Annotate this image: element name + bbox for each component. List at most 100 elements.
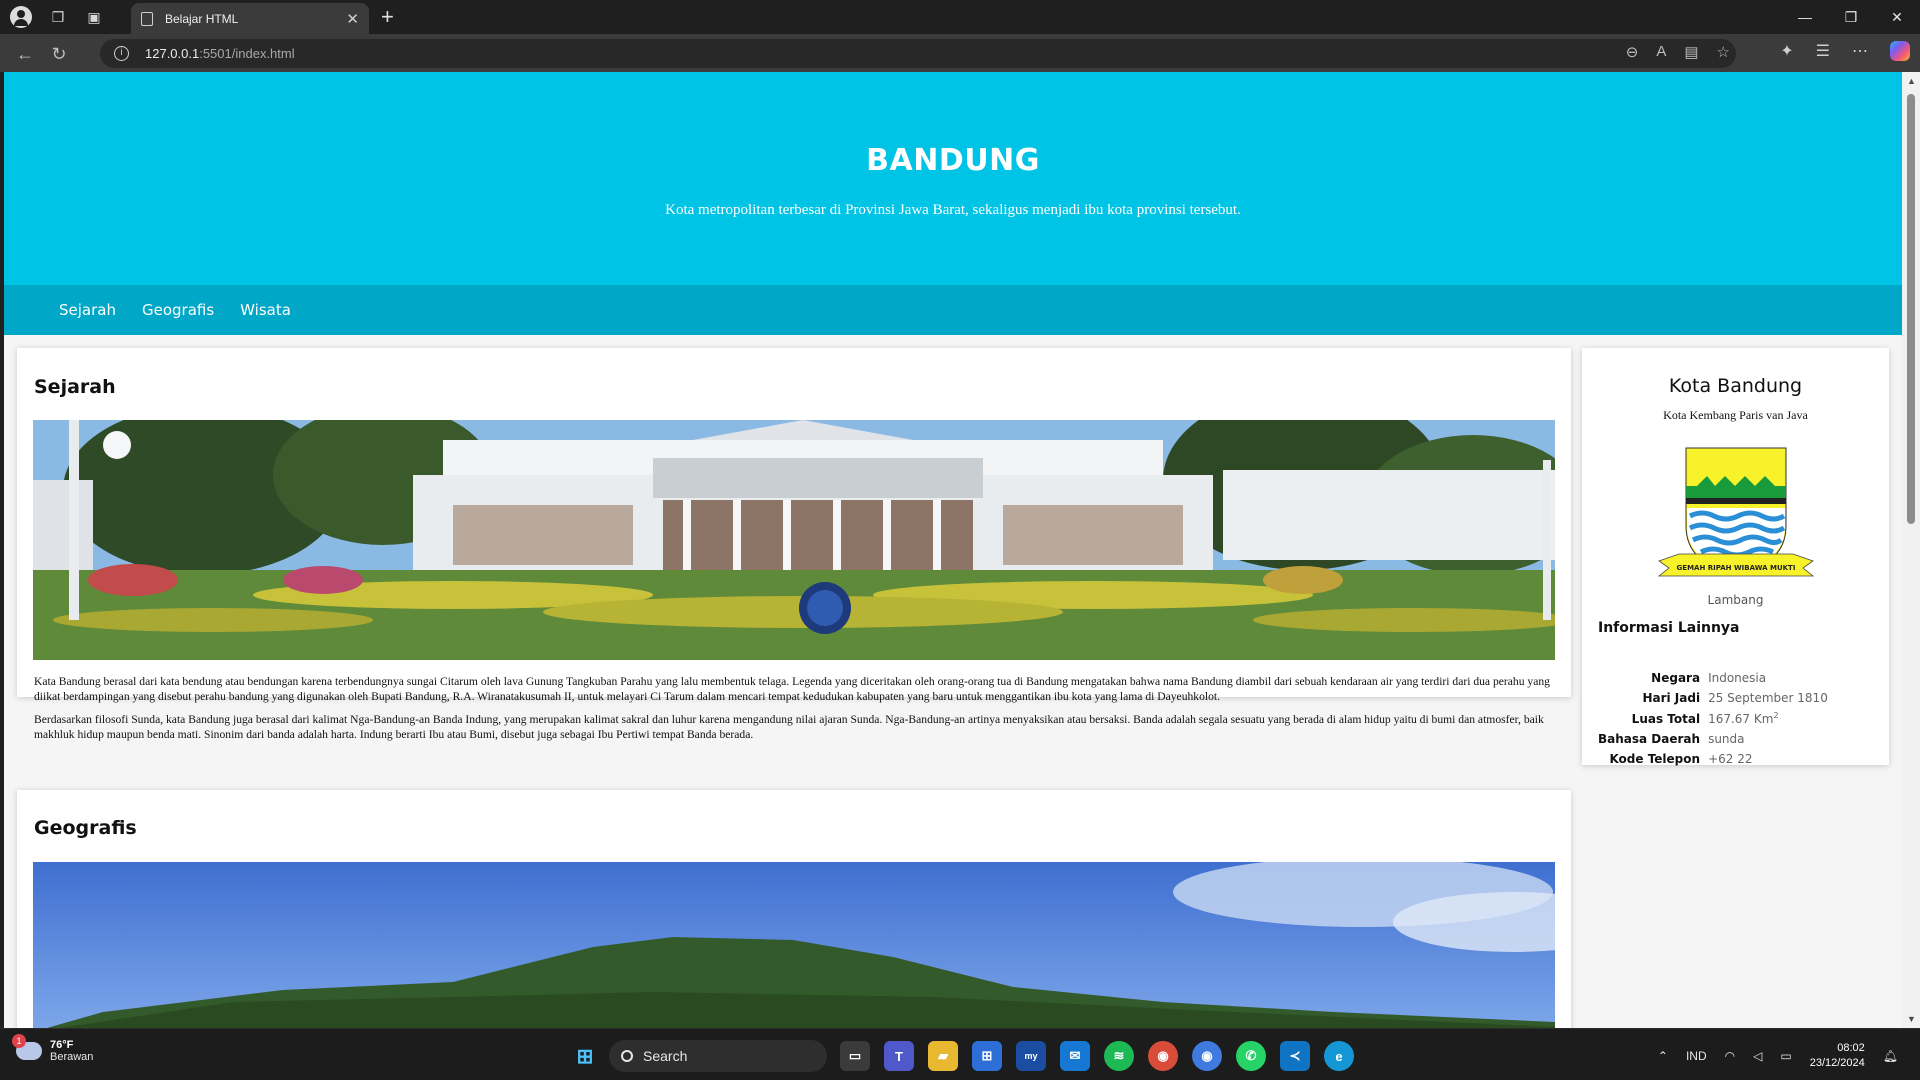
refresh-button[interactable]: ↻	[46, 41, 72, 67]
page-scrollbar[interactable]: ▲ ▼	[1902, 72, 1920, 1028]
minimize-button[interactable]: —	[1782, 0, 1828, 34]
hero-header: BANDUNG Kota metropolitan terbesar di Pr…	[4, 72, 1902, 285]
sidebar-subtitle: Kota Kembang Paris van Java	[1663, 408, 1808, 422]
microsoft-store-icon[interactable]: ⊞	[972, 1041, 1002, 1071]
sejarah-paragraph: Kata Bandung berasal dari kata bendung a…	[34, 675, 1550, 703]
sidebar-card: Kota Bandung Kota Kembang Paris van Java…	[1582, 348, 1889, 766]
restore-button[interactable]: ❐	[1828, 0, 1874, 34]
emblem-motto: GEMAH RIPAH WIBAWA MUKTI	[1677, 564, 1796, 572]
search-icon	[621, 1050, 633, 1062]
system-tray: ⌃ IND ◠ ◁ ▭ 08:02 23/12/2024 🔔︎	[1658, 1041, 1898, 1071]
clock-date: 23/12/2024	[1809, 1057, 1865, 1069]
weather-temperature: 76°F	[50, 1039, 74, 1051]
mountain-photo	[33, 862, 1555, 1028]
whatsapp-icon[interactable]: ✆	[1236, 1041, 1266, 1071]
notifications-icon[interactable]: 🔔︎	[1883, 1049, 1898, 1063]
info-value-cell: 167.67 Km2	[1708, 708, 1828, 729]
mysql-workbench-icon[interactable]: my	[1016, 1041, 1046, 1071]
volume-icon[interactable]: ◁	[1753, 1049, 1762, 1063]
weather-badge: 1	[12, 1034, 26, 1048]
language-indicator[interactable]: IND	[1686, 1049, 1707, 1063]
site-info-icon[interactable]: i	[114, 46, 129, 61]
task-view-icon[interactable]: ▭	[840, 1041, 870, 1071]
wifi-icon[interactable]: ◠	[1725, 1049, 1735, 1063]
chevron-up-icon[interactable]: ⌃	[1658, 1049, 1668, 1063]
read-aloud-icon[interactable]: A	[1656, 43, 1666, 61]
tab-actions-icon[interactable]: ▣	[76, 0, 112, 34]
info-value: 167.67 Km	[1708, 712, 1774, 726]
nav-link-wisata[interactable]: Wisata	[240, 301, 291, 319]
bandung-emblem: GEMAH RIPAH WIBAWA MUKTI	[1657, 446, 1815, 584]
taskbar-apps: ▭ T ▰ ⊞ my ✉ ≋ ◉ ◉ ✆ ≺ e	[840, 1041, 1354, 1071]
file-explorer-icon[interactable]: ▰	[928, 1041, 958, 1071]
cloud-icon: 1	[12, 1034, 42, 1060]
clock-time: 08:02	[1837, 1042, 1865, 1054]
info-value: 25 September 1810	[1708, 691, 1828, 705]
page-favicon-icon	[141, 11, 153, 26]
gedung-sate-photo	[33, 420, 1555, 660]
table-row: Kode Telepon +62 22	[1598, 749, 1828, 769]
favorite-star-icon[interactable]: ☆	[1717, 43, 1730, 61]
address-bar: ← ↻ i 127.0.0.1:5501/index.html ⊖ A ▤ ☆ …	[0, 34, 1920, 72]
nav-link-geografis[interactable]: Geografis	[142, 301, 214, 319]
extensions-icon[interactable]: ✦	[1780, 41, 1793, 61]
info-value: +62 22	[1708, 752, 1753, 766]
sejarah-heading: Sejarah	[34, 376, 116, 398]
weather-widget[interactable]: 1 76°F Berawan	[12, 1034, 94, 1063]
scroll-down-icon[interactable]: ▼	[1907, 1014, 1916, 1024]
info-value: Indonesia	[1708, 671, 1767, 685]
nav-link-sejarah[interactable]: Sejarah	[59, 301, 116, 319]
sejarah-paragraph: Berdasarkan filosofi Sunda, kata Bandung…	[34, 713, 1544, 741]
immersive-reader-icon[interactable]: ▤	[1684, 43, 1698, 61]
page-viewport: BANDUNG Kota metropolitan terbesar di Pr…	[4, 72, 1902, 1028]
tab-close-icon[interactable]: ✕	[346, 10, 359, 28]
url-path: :5501/index.html	[199, 46, 295, 61]
edge-icon[interactable]: e	[1324, 1041, 1354, 1071]
zoom-icon[interactable]: ⊖	[1626, 43, 1639, 61]
table-row: Negara Indonesia	[1598, 668, 1828, 688]
info-value: sunda	[1708, 732, 1745, 746]
info-label: Bahasa Daerah	[1598, 732, 1701, 746]
info-heading: Informasi Lainnya	[1598, 620, 1740, 636]
system-clock[interactable]: 08:02 23/12/2024	[1810, 1041, 1865, 1071]
vscode-icon[interactable]: ≺	[1280, 1041, 1310, 1071]
battery-icon[interactable]: ▭	[1780, 1049, 1791, 1063]
browser-tab[interactable]: Belajar HTML ✕	[131, 3, 369, 34]
emblem-caption: Lambang	[1707, 593, 1764, 607]
chrome-profile-icon[interactable]: ◉	[1192, 1041, 1222, 1071]
teams-icon[interactable]: T	[884, 1041, 914, 1071]
url-field[interactable]: i 127.0.0.1:5501/index.html ⊖ A ▤ ☆	[100, 39, 1736, 68]
table-row: Bahasa Daerah sunda	[1598, 729, 1828, 749]
workspaces-icon[interactable]: ❒	[40, 0, 76, 34]
geografis-heading: Geografis	[34, 817, 137, 839]
back-button[interactable]: ←	[12, 41, 38, 67]
windows-taskbar: 1 76°F Berawan ⊞ Search ▭ T ▰ ⊞ my ✉ ≋ ◉…	[0, 1028, 1920, 1080]
search-label: Search	[643, 1048, 688, 1064]
scroll-up-icon[interactable]: ▲	[1907, 76, 1916, 86]
sejarah-text: Kata Bandung berasal dari kata bendung a…	[34, 675, 1554, 751]
copilot-icon[interactable]	[1890, 41, 1910, 61]
info-table: Negara Indonesia Hari Jadi 25 September …	[1598, 668, 1828, 769]
messenger-icon[interactable]: ✉	[1060, 1041, 1090, 1071]
tab-title: Belajar HTML	[165, 11, 239, 26]
browser-tab-bar: ❒ ▣ Belajar HTML ✕ + — ❐ ✕	[0, 0, 1920, 34]
weather-condition: Berawan	[50, 1051, 94, 1063]
start-button[interactable]: ⊞	[570, 1041, 600, 1071]
main-nav: Sejarah Geografis Wisata	[4, 285, 1902, 335]
more-menu-icon[interactable]: ⋯	[1852, 41, 1868, 61]
spotify-icon[interactable]: ≋	[1104, 1041, 1134, 1071]
scrollbar-thumb[interactable]	[1907, 94, 1915, 524]
close-window-button[interactable]: ✕	[1874, 0, 1920, 34]
info-label: Luas Total	[1631, 711, 1701, 726]
url-host: 127.0.0.1	[145, 46, 200, 61]
taskbar-search[interactable]: Search	[609, 1040, 827, 1072]
table-row: Luas Total 167.67 Km2	[1598, 708, 1828, 729]
profile-icon[interactable]	[10, 6, 32, 28]
chrome-icon[interactable]: ◉	[1148, 1041, 1178, 1071]
page-title: BANDUNG	[866, 143, 1040, 178]
favorites-icon[interactable]: ☰	[1816, 41, 1830, 61]
table-row: Hari Jadi 25 September 1810	[1598, 688, 1828, 708]
new-tab-button[interactable]: +	[381, 4, 394, 30]
info-label: Kode Telepon	[1609, 752, 1701, 766]
info-label: Hari Jadi	[1642, 691, 1701, 705]
